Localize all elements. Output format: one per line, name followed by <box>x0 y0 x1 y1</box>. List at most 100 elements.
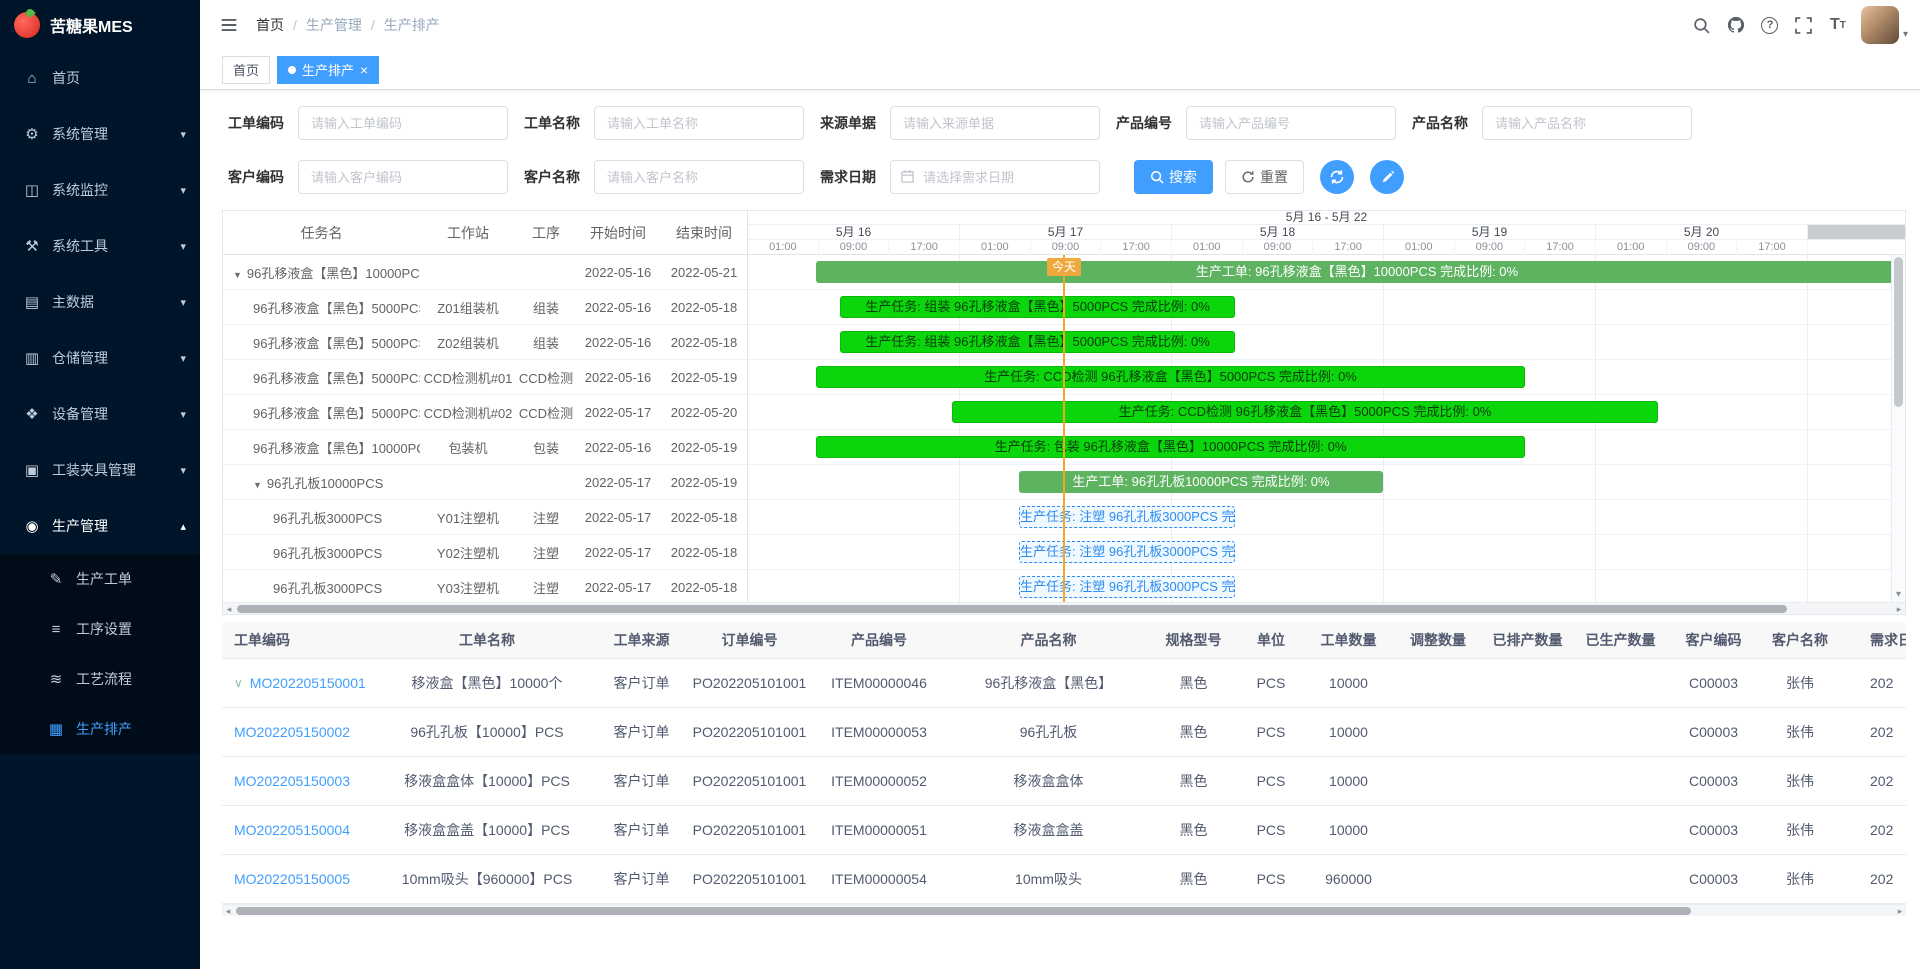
gantt-bar[interactable]: 生产任务: 注塑 96孔孔板3000PCS 完成比例: 0% <box>1019 506 1235 528</box>
gantt-grid-row[interactable]: 96孔移液盒【黑色】5000PCSZ02组装机组装2022-05-162022-… <box>223 325 747 360</box>
menu-label: 生产排产 <box>76 719 132 739</box>
gantt-bar[interactable]: 生产任务: 组装 96孔移液盒【黑色】5000PCS 完成比例: 0% <box>840 296 1235 318</box>
filter-input[interactable] <box>594 106 804 140</box>
filter-input[interactable] <box>298 106 508 140</box>
task-name-text: 96孔孔板10000PCS <box>267 476 383 491</box>
table-row[interactable]: ∨MO202205150001移液盒【黑色】10000个客户订单PO202205… <box>222 659 1906 708</box>
reset-button[interactable]: 重置 <box>1225 160 1304 194</box>
gantt-bar[interactable]: 生产任务: 注塑 96孔孔板3000PCS 完成比例: 0% <box>1019 576 1235 598</box>
font-size-icon[interactable]: TT <box>1821 0 1855 50</box>
gantt-bar[interactable]: 生产任务: CCD检测 96孔移液盒【黑色】5000PCS 完成比例: 0% <box>816 366 1525 388</box>
filter-input[interactable] <box>1482 106 1692 140</box>
gantt-bar[interactable]: 生产任务: 包装 96孔移液盒【黑色】10000PCS 完成比例: 0% <box>816 436 1525 458</box>
avatar[interactable] <box>1861 6 1899 44</box>
gantt-grid-row[interactable]: 96孔孔板3000PCSY03注塑机注塑2022-05-172022-05-18 <box>223 570 747 602</box>
app-root: 苦糖果MES ⌂首页⚙系统管理▾◫系统监控▾⚒系统工具▾▤主数据▾▥仓储管理▾❖… <box>0 0 1920 969</box>
user-menu[interactable]: ▾ <box>1861 6 1908 44</box>
work-order-link[interactable]: MO202205150004 <box>234 822 350 838</box>
scroll-left-arrow[interactable]: ◂ <box>222 905 234 916</box>
sidebar-item-3[interactable]: ⚒系统工具▾ <box>0 218 200 274</box>
gantt-horizontal-scrollbar[interactable]: ◂ ▸ <box>223 602 1905 614</box>
scroll-right-arrow[interactable]: ▸ <box>1894 905 1906 916</box>
table-horizontal-scrollbar[interactable]: ◂ ▸ <box>222 904 1906 916</box>
work-order-link[interactable]: MO202205150005 <box>234 871 350 887</box>
expand-chevron-icon[interactable]: ∨ <box>234 676 243 690</box>
gantt-grid-row[interactable]: 96孔移液盒【黑色】5000PCSCCD检测机#02CCD检测2022-05-1… <box>223 395 747 430</box>
gantt-chart: 生产工单: 96孔移液盒【黑色】10000PCS 完成比例: 0% 生产任务: 组… <box>748 255 1905 602</box>
gantt-day-header: 5月 16 <box>748 225 960 239</box>
fullscreen-icon[interactable] <box>1787 0 1821 50</box>
gantt-bar[interactable]: 生产任务: 注塑 96孔孔板3000PCS 完成比例: 0% <box>1019 541 1235 563</box>
filter-input[interactable] <box>298 160 508 194</box>
tab-1[interactable]: 生产排产× <box>277 56 379 84</box>
search-button[interactable]: 搜索 <box>1134 160 1213 194</box>
work-order-link[interactable]: MO202205150001 <box>250 675 366 691</box>
sidebar-subitem-1[interactable]: ≡工序设置 <box>0 604 200 654</box>
sidebar-item-5[interactable]: ▥仓储管理▾ <box>0 330 200 386</box>
filter-input[interactable] <box>1186 106 1396 140</box>
filter-input[interactable] <box>594 160 804 194</box>
table-cell: 10mm吸头【960000】PCS <box>382 869 592 889</box>
gantt-station: Y01注塑机 <box>420 508 516 527</box>
gantt-grid-row[interactable]: 96孔孔板3000PCSY02注塑机注塑2022-05-172022-05-18 <box>223 535 747 570</box>
gantt-hour-header: 01:00 <box>1172 240 1243 255</box>
tab-0[interactable]: 首页 <box>222 56 270 84</box>
breadcrumb-item-0[interactable]: 首页 <box>256 15 284 35</box>
gantt-grid-row[interactable]: 96孔移液盒【黑色】5000PCSZ01组装机组装2022-05-162022-… <box>223 290 747 325</box>
filter-field-r1-4: 产品名称 <box>1412 106 1692 140</box>
refresh-button[interactable] <box>1320 160 1354 194</box>
scroll-down-arrow[interactable]: ▾ <box>1892 588 1905 602</box>
gantt-grid-row[interactable]: 96孔移液盒【黑色】10000PCS包装机包装2022-05-162022-05… <box>223 430 747 465</box>
sidebar-item-6[interactable]: ❖设备管理▾ <box>0 386 200 442</box>
gantt-grid-row[interactable]: 96孔孔板3000PCSY01注塑机注塑2022-05-172022-05-18 <box>223 500 747 535</box>
scrollbar-thumb[interactable] <box>1894 257 1903 407</box>
sidebar-item-7[interactable]: ▣工装夹具管理▾ <box>0 442 200 498</box>
work-order-link[interactable]: MO202205150003 <box>234 773 350 789</box>
sidebar-item-4[interactable]: ▤主数据▾ <box>0 274 200 330</box>
scrollbar-thumb[interactable] <box>237 605 1787 613</box>
chevron-down-icon: ▾ <box>180 464 186 477</box>
gantt-bar[interactable]: 生产工单: 96孔孔板10000PCS 完成比例: 0% <box>1019 471 1383 493</box>
github-icon[interactable] <box>1719 0 1753 50</box>
expand-triangle-icon[interactable]: ▼ <box>253 480 262 490</box>
help-icon[interactable]: ? <box>1753 0 1787 50</box>
table-row[interactable]: MO20220515000296孔孔板【10000】PCS客户订单PO20220… <box>222 708 1906 757</box>
date-input[interactable] <box>890 160 1100 194</box>
scroll-left-arrow[interactable]: ◂ <box>223 603 235 615</box>
gantt-grid-row[interactable]: 96孔移液盒【黑色】5000PCSCCD检测机#01CCD检测2022-05-1… <box>223 360 747 395</box>
gantt-bar[interactable]: 生产任务: 组装 96孔移液盒【黑色】5000PCS 完成比例: 0% <box>840 331 1235 353</box>
sidebar-item-1[interactable]: ⚙系统管理▾ <box>0 106 200 162</box>
gantt-vertical-scrollbar[interactable]: ▾ <box>1891 255 1905 602</box>
table-row[interactable]: MO202205150003移液盒盒体【10000】PCS客户订单PO20220… <box>222 757 1906 806</box>
sidebar-item-2[interactable]: ◫系统监控▾ <box>0 162 200 218</box>
sidebar-item-0[interactable]: ⌂首页 <box>0 50 200 106</box>
table-header: 工单编码工单名称工单来源订单编号产品编号产品名称规格型号单位工单数量调整数量已排… <box>222 622 1906 659</box>
work-order-link[interactable]: MO202205150002 <box>234 724 350 740</box>
search-icon[interactable] <box>1685 0 1719 50</box>
sidebar-subitem-0[interactable]: ✎生产工单 <box>0 554 200 604</box>
app-logo[interactable]: 苦糖果MES <box>0 0 200 50</box>
hamburger-icon[interactable] <box>220 16 238 34</box>
gantt-grid-row[interactable]: ▼96孔孔板10000PCS2022-05-172022-05-19 <box>223 465 747 500</box>
edit-button[interactable] <box>1370 160 1404 194</box>
gantt-chart-row: 生产任务: CCD检测 96孔移液盒【黑色】5000PCS 完成比例: 0% <box>748 360 1905 395</box>
workorder-icon: ✎ <box>46 570 66 588</box>
scroll-right-arrow[interactable]: ▸ <box>1893 603 1905 615</box>
filter-input[interactable] <box>890 106 1100 140</box>
task-name-text: 96孔孔板3000PCS <box>273 511 382 526</box>
sidebar-subitem-2[interactable]: ≋工艺流程 <box>0 654 200 704</box>
table-row[interactable]: MO20220515000510mm吸头【960000】PCS客户订单PO202… <box>222 855 1906 904</box>
gantt-grid-row[interactable]: ▼96孔移液盒【黑色】10000PCS2022-05-162022-05-21 <box>223 255 747 290</box>
gantt-bar[interactable]: 生产任务: CCD检测 96孔移液盒【黑色】5000PCS 完成比例: 0% <box>952 401 1658 423</box>
close-icon[interactable]: × <box>360 63 368 77</box>
table-row[interactable]: MO202205150004移液盒盒盖【10000】PCS客户订单PO20220… <box>222 806 1906 855</box>
gantt-bar[interactable]: 生产工单: 96孔移液盒【黑色】10000PCS 完成比例: 0% <box>816 261 1898 283</box>
table-cell: PCS <box>1240 724 1302 740</box>
scrollbar-thumb[interactable] <box>236 907 1691 915</box>
gantt-hour-header: 17:00 <box>1737 240 1808 255</box>
sidebar-item-8[interactable]: ◉生产管理▴ <box>0 498 200 554</box>
expand-triangle-icon[interactable]: ▼ <box>233 270 242 280</box>
sidebar-subitem-3[interactable]: ▦生产排产 <box>0 704 200 754</box>
calendar-icon <box>900 169 915 184</box>
table-cell: C00003 <box>1667 724 1760 740</box>
